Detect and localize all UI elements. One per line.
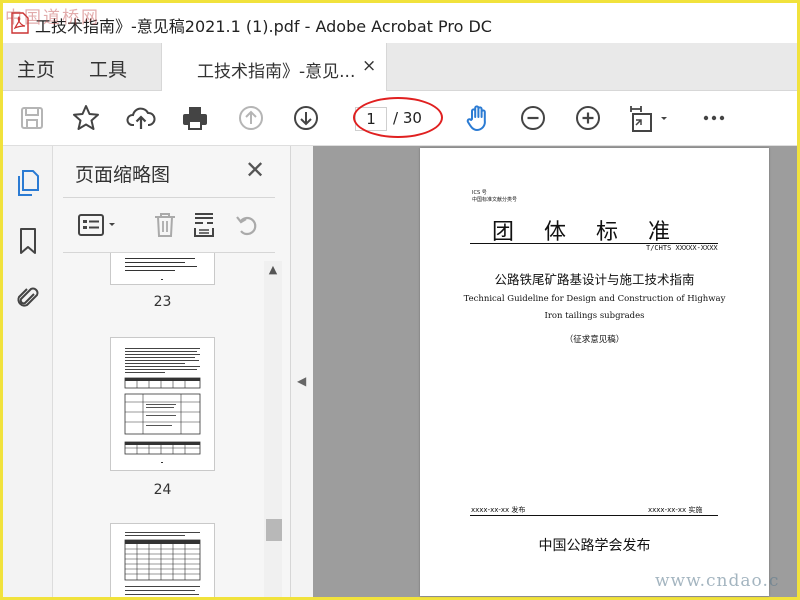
scroll-up-icon[interactable]: ▲ (264, 261, 282, 279)
star-icon[interactable] (69, 101, 103, 135)
red-annotation-ellipse (353, 97, 443, 138)
thumbnail-label: 24 (153, 482, 172, 498)
zoom-in-icon[interactable] (571, 101, 605, 135)
close-panel-button[interactable]: ✕ (245, 156, 265, 184)
thumbnail-page-24[interactable] (110, 337, 215, 471)
thumbnail-scrollbar[interactable]: ▲ (264, 261, 282, 597)
options-icon[interactable] (75, 208, 121, 242)
pdf-rule (470, 515, 718, 516)
pdf-rule (470, 243, 718, 244)
pdf-title-english-line2: Iron tailings subgrades (544, 311, 645, 321)
pdf-classification: 中国标准文献分类号 (472, 197, 518, 203)
pdf-draft-note: （征求意见稿） (564, 335, 625, 345)
watermark-bottom: www.cndao.c (655, 571, 780, 591)
pdf-issue-date: xxxx-xx-xx 发布 (471, 506, 526, 514)
panel-title: 页面缩略图 (75, 164, 171, 186)
close-tab-button[interactable]: × (362, 56, 376, 76)
delete-icon[interactable] (147, 208, 183, 242)
title-bar: 工技术指南》-意见稿2021.1 (1).pdf - Adobe Acrobat… (3, 3, 797, 43)
bookmark-icon[interactable] (13, 224, 43, 258)
watermark-top: 中国道桥网 (5, 8, 100, 28)
pdf-ics: ICS 号 (472, 190, 487, 196)
thumbnail-list: 23 24 (53, 253, 263, 597)
thumbnail-page-25[interactable] (110, 523, 215, 597)
extract-icon[interactable] (186, 208, 222, 242)
pdf-title-english-line1: Technical Guideline for Design and Const… (463, 294, 726, 304)
print-icon[interactable] (178, 101, 212, 135)
pdf-implementation-date: xxxx-xx-xx 实施 (648, 506, 703, 514)
pdf-publisher: 中国公路学会发布 (538, 538, 651, 554)
main-toolbar: / 30 (3, 91, 797, 146)
page-thumbnails-panel: 页面缩略图 ✕ 23 24 ▲ (53, 146, 291, 597)
zoom-out-icon[interactable] (516, 101, 550, 135)
attachment-icon[interactable] (13, 280, 43, 314)
undo-icon[interactable] (229, 208, 265, 242)
document-tab-label: 工技术指南》-意见... (197, 62, 356, 82)
tab-home[interactable]: 主页 (17, 55, 55, 82)
hand-icon[interactable] (461, 101, 495, 135)
upload-icon[interactable] (124, 101, 158, 135)
fit-page-icon[interactable] (625, 101, 673, 135)
window-title: 工技术指南》-意见稿2021.1 (1).pdf - Adobe Acrobat… (35, 17, 492, 36)
pages-icon[interactable] (13, 166, 43, 200)
thumbnail-page-23[interactable] (110, 253, 215, 285)
divider (63, 197, 275, 198)
document-view: ICS 号 中国标准文献分类号 团体标准 T/CHTS XXXXX-XXXX 公… (313, 146, 797, 597)
page-down-icon[interactable] (289, 101, 323, 135)
collapse-panel-icon[interactable]: ◀ (297, 374, 306, 388)
scrollbar-thumb[interactable] (266, 519, 282, 541)
pdf-page: ICS 号 中国标准文献分类号 团体标准 T/CHTS XXXXX-XXXX 公… (420, 148, 769, 596)
pdf-standard-number: T/CHTS XXXXX-XXXX (646, 244, 718, 252)
save-icon[interactable] (15, 101, 49, 135)
pdf-title-chinese: 公路铁尾矿路基设计与施工技术指南 (494, 272, 695, 287)
left-icon-rail (3, 146, 53, 597)
thumbnail-label: 23 (153, 294, 172, 310)
document-tab[interactable]: 工技术指南》-意见... × (161, 43, 387, 91)
panel-collapse-strip: ◀ (291, 146, 313, 597)
tab-tools[interactable]: 工具 (89, 55, 127, 82)
page-up-icon[interactable] (234, 101, 268, 135)
pdf-heading: 团体标准 (492, 220, 701, 245)
menu-tab-bar: 主页 工具 工技术指南》-意见... × (3, 43, 797, 91)
more-icon[interactable] (697, 101, 731, 135)
